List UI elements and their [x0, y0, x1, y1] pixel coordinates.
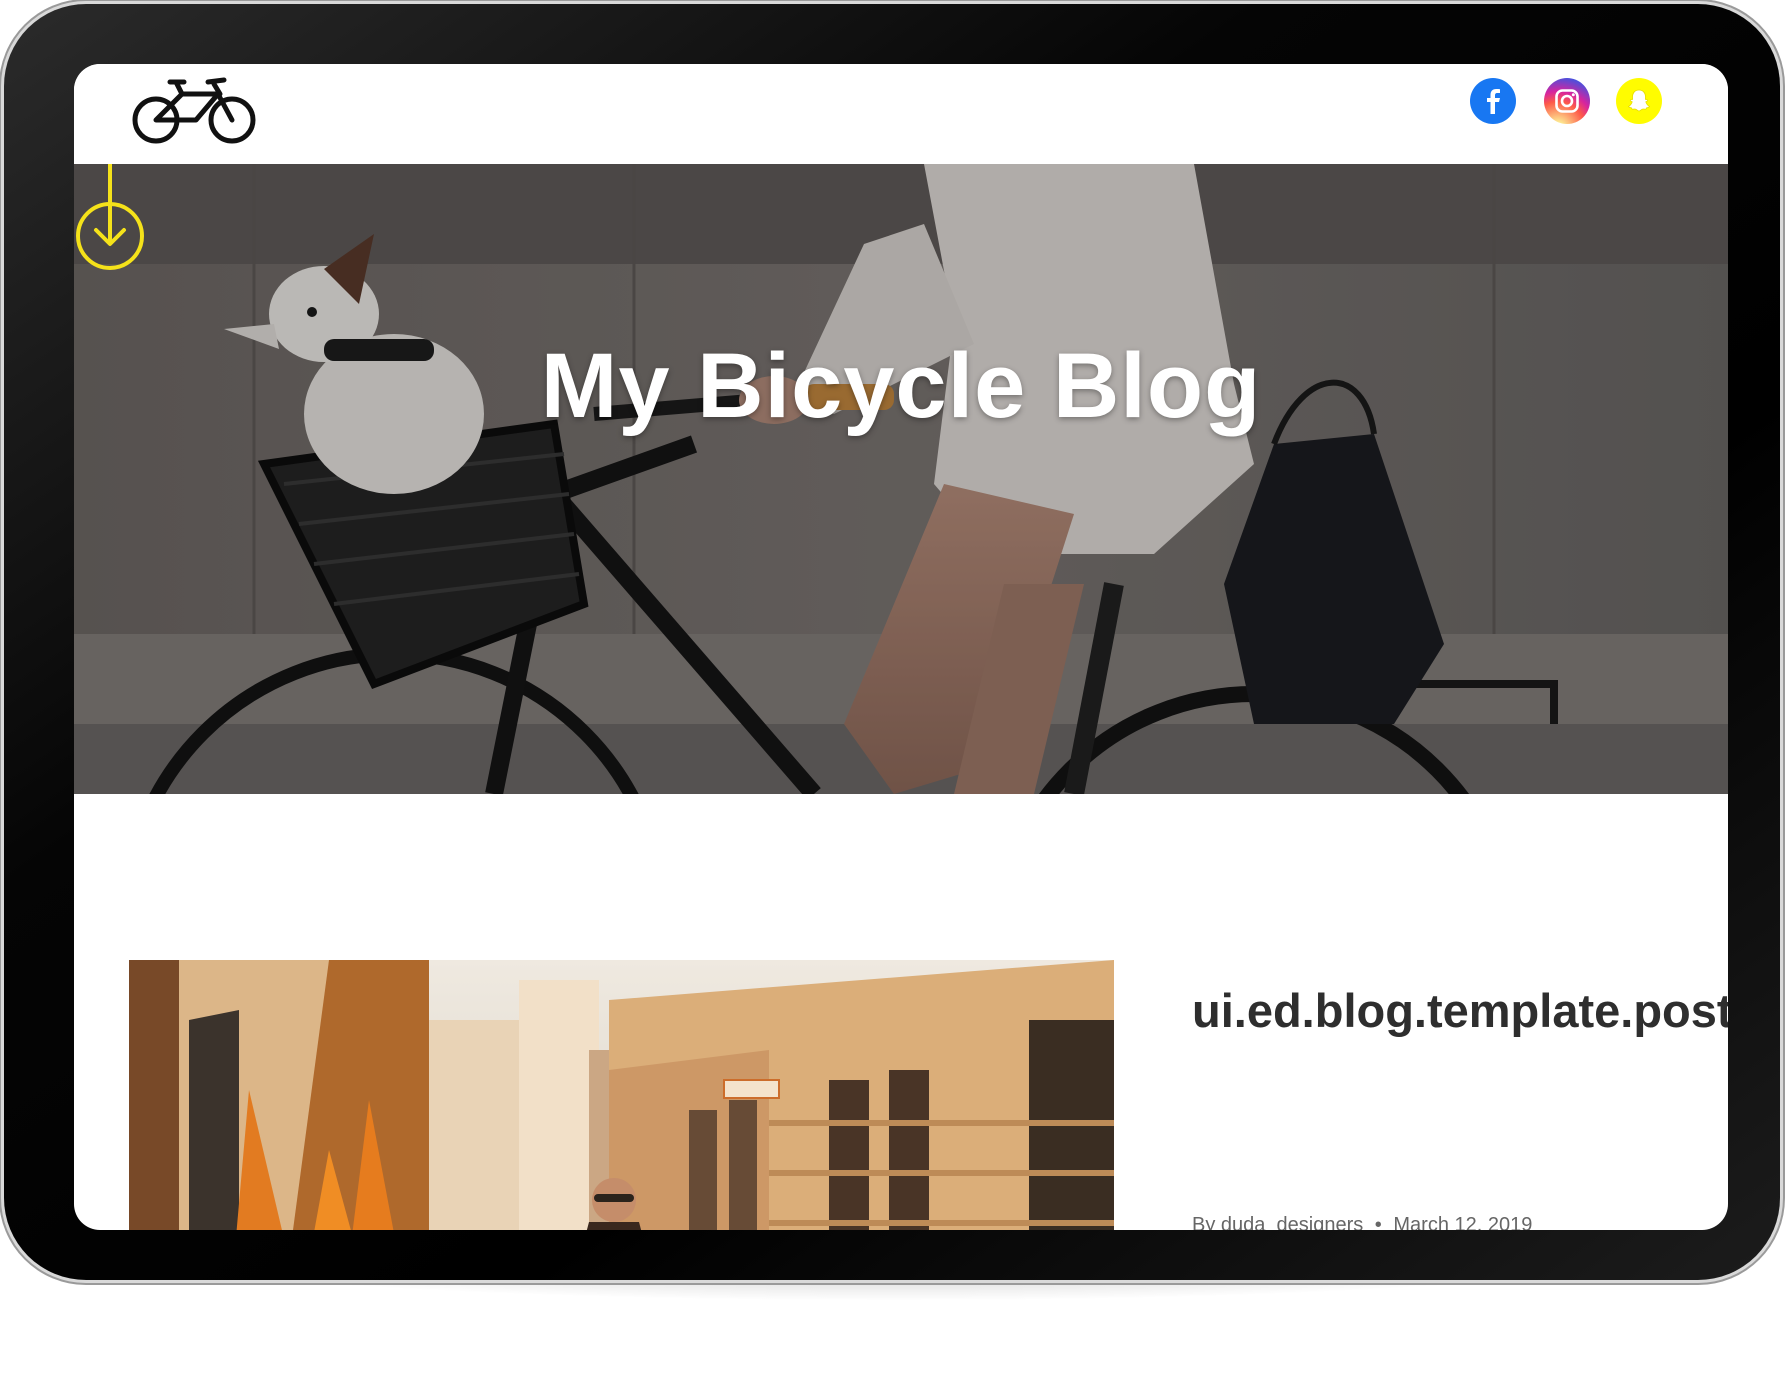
bicycle-icon[interactable] — [130, 70, 258, 148]
street-photo — [129, 960, 1114, 1230]
hero-photo — [74, 164, 1728, 794]
page-title: My Bicycle Blog — [540, 335, 1262, 437]
arrow-down-circle-icon[interactable] — [74, 164, 146, 276]
facebook-icon[interactable] — [1470, 78, 1516, 124]
site-header — [74, 64, 1728, 164]
tablet-frame: My Bicycle Blog ui.ed.blog.template.post… — [4, 4, 1780, 1280]
post-meta: By duda_designers • March 12, 2019 — [1192, 1214, 1532, 1230]
post-thumbnail[interactable] — [129, 960, 1114, 1230]
instagram-icon[interactable] — [1544, 78, 1590, 124]
post-title[interactable]: ui.ed.blog.template.post.title.myFavorit… — [1192, 974, 1728, 1048]
post-date: March 12, 2019 — [1393, 1214, 1533, 1230]
hero-banner: My Bicycle Blog — [74, 164, 1728, 794]
meta-separator: • — [1374, 1214, 1382, 1230]
browser-viewport: My Bicycle Blog ui.ed.blog.template.post… — [74, 64, 1728, 1230]
post-author[interactable]: By duda_designers — [1192, 1214, 1363, 1230]
snapchat-icon[interactable] — [1616, 78, 1662, 124]
